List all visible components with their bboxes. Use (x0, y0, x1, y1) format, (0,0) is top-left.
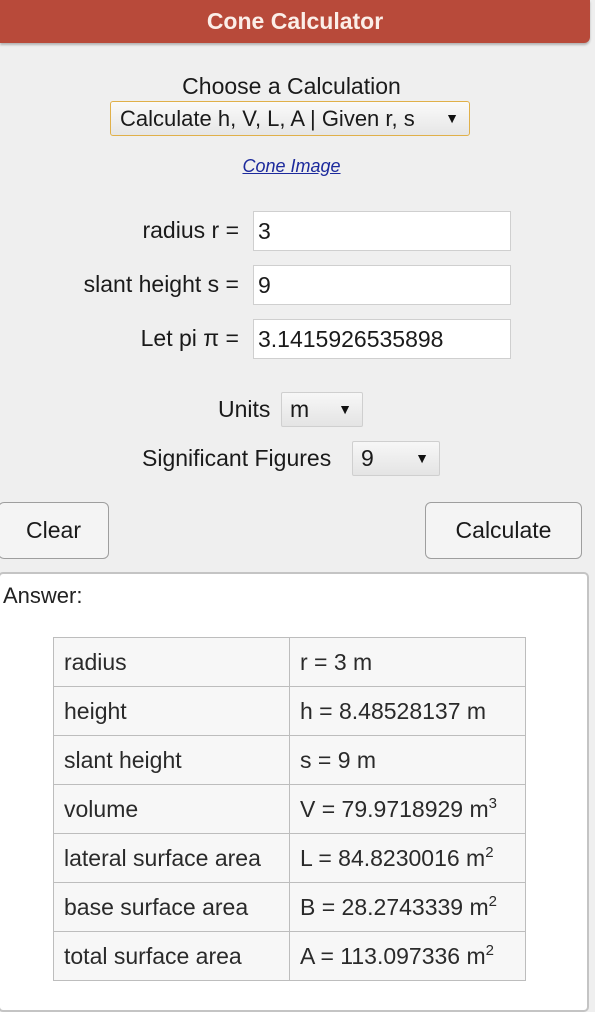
result-value-text: r = 3 m (300, 648, 373, 675)
calculation-select[interactable]: Calculate h, V, L, A | Given r, s ▼ (110, 101, 470, 136)
table-row: base surface area B = 28.2743339 m2 (53, 882, 526, 932)
page-title: Cone Calculator (0, 0, 590, 43)
result-value-text: h = 8.48528137 m (300, 697, 487, 724)
slant-height-input[interactable] (253, 265, 511, 305)
table-row: height h = 8.48528137 m (53, 686, 526, 736)
chevron-down-icon: ▼ (415, 450, 429, 466)
clear-button[interactable]: Clear (0, 502, 109, 559)
result-exponent: 2 (485, 941, 494, 959)
table-row: radius r = 3 m (53, 637, 526, 687)
result-value-text: L = 84.8230016 m (300, 844, 486, 871)
table-row: slant height s = 9 m (53, 735, 526, 785)
choose-calculation-label: Choose a Calculation (182, 73, 401, 99)
units-label: Units (218, 396, 271, 422)
radius-label: radius r = (142, 217, 239, 243)
chevron-down-icon: ▼ (338, 401, 352, 417)
sig-figs-label: Significant Figures (142, 445, 332, 471)
chevron-down-icon: ▼ (445, 110, 459, 126)
cone-image-link[interactable]: Cone Image (0, 156, 583, 177)
calculation-select-value: Calculate h, V, L, A | Given r, s (120, 106, 415, 131)
result-name: radius (53, 637, 290, 687)
radius-input[interactable] (253, 211, 511, 251)
pi-input[interactable] (253, 319, 511, 359)
result-value-text: V = 79.9718929 m (300, 795, 489, 822)
slant-height-label: slant height s = (83, 271, 239, 297)
result-name: slant height (53, 735, 290, 785)
result-name: lateral surface area (53, 833, 290, 883)
result-value: A = 113.097336 m2 (289, 931, 526, 981)
table-row: lateral surface area L = 84.8230016 m2 (53, 833, 526, 883)
calculate-button[interactable]: Calculate (425, 502, 582, 559)
sig-figs-select[interactable]: 9 ▼ (352, 441, 440, 476)
result-exponent: 2 (488, 892, 497, 910)
result-value: h = 8.48528137 m (289, 686, 526, 736)
table-row: volume V = 79.9718929 m3 (53, 784, 526, 834)
answer-label: Answer: (3, 583, 83, 608)
pi-label: Let pi π = (140, 325, 239, 351)
result-exponent: 3 (488, 794, 497, 812)
result-value: s = 9 m (289, 735, 526, 785)
result-value-text: A = 113.097336 m (300, 942, 486, 969)
result-value: r = 3 m (289, 637, 526, 687)
sig-figs-select-value: 9 (361, 445, 374, 471)
result-value-text: B = 28.2743339 m (300, 893, 489, 920)
units-select-value: m (290, 396, 310, 422)
results-table: radius r = 3 m height h = 8.48528137 m s… (53, 637, 526, 981)
result-value: V = 79.9718929 m3 (289, 784, 526, 834)
result-name: height (53, 686, 290, 736)
result-name: base surface area (53, 882, 290, 932)
result-value-text: s = 9 m (300, 746, 377, 773)
result-value: B = 28.2743339 m2 (289, 882, 526, 932)
result-exponent: 2 (485, 843, 494, 861)
result-name: volume (53, 784, 290, 834)
table-row: total surface area A = 113.097336 m2 (53, 931, 526, 981)
result-name: total surface area (53, 931, 290, 981)
units-select[interactable]: m ▼ (281, 392, 363, 427)
result-value: L = 84.8230016 m2 (289, 833, 526, 883)
